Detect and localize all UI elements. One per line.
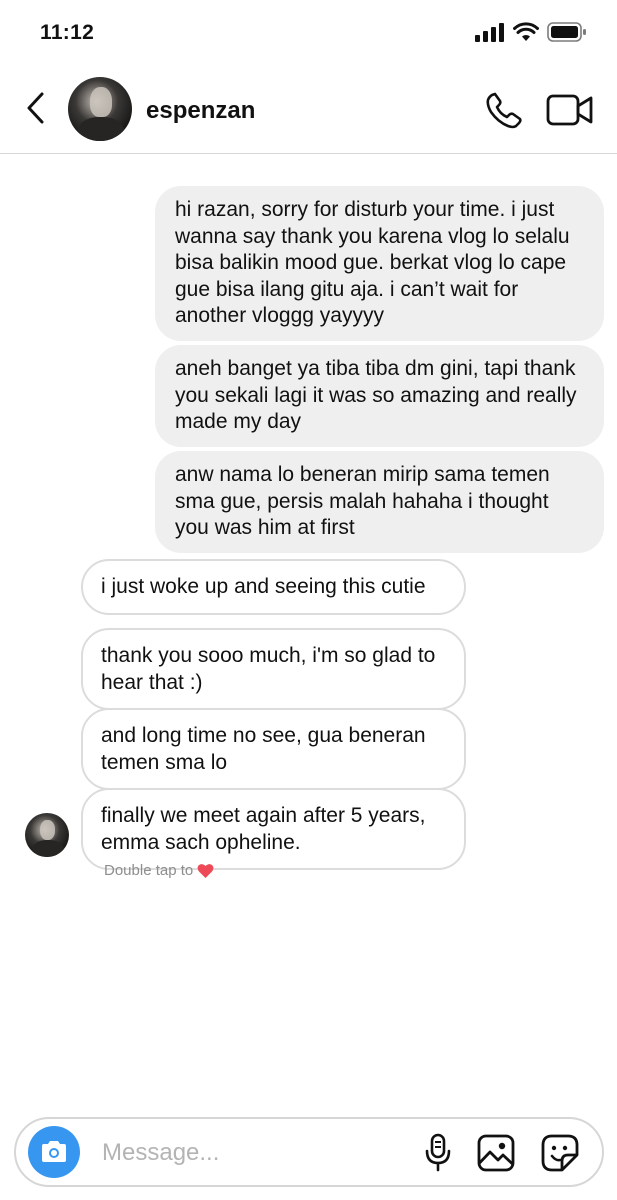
- camera-icon: [42, 1141, 66, 1162]
- sticker-icon: [541, 1134, 579, 1172]
- chat-header: espenzan: [0, 66, 617, 154]
- battery-icon: [547, 22, 586, 42]
- received-message[interactable]: finally we meet again after 5 years, emm…: [81, 788, 466, 870]
- contact-username[interactable]: espenzan: [146, 97, 255, 125]
- sticker-button[interactable]: [540, 1133, 580, 1173]
- video-camera-icon: [546, 94, 593, 126]
- voice-call-button[interactable]: [484, 90, 524, 130]
- status-icons: [475, 22, 587, 42]
- microphone-icon: [425, 1133, 451, 1172]
- double-tap-hint: Double tap to: [104, 862, 214, 879]
- image-icon: [477, 1134, 515, 1172]
- message-input[interactable]: [102, 1135, 402, 1171]
- sent-message[interactable]: aneh banget ya tiba tiba dm gini, tapi t…: [155, 345, 604, 447]
- back-button[interactable]: [20, 90, 52, 126]
- received-message[interactable]: i just woke up and seeing this cutie: [81, 559, 466, 615]
- camera-button[interactable]: [28, 1126, 80, 1178]
- sender-avatar[interactable]: [25, 813, 69, 857]
- chevron-left-icon: [27, 92, 44, 124]
- status-bar: 11:12: [0, 0, 617, 66]
- sent-message[interactable]: anw nama lo beneran mirip sama temen sma…: [155, 451, 604, 553]
- avatar[interactable]: [68, 77, 132, 141]
- heart-icon: [197, 863, 214, 878]
- status-time: 11:12: [40, 21, 95, 44]
- received-message[interactable]: and long time no see, gua beneran temen …: [81, 708, 466, 790]
- phone-icon: [486, 92, 522, 129]
- video-call-button[interactable]: [546, 92, 594, 128]
- sent-message[interactable]: hi razan, sorry for disturb your time. i…: [155, 186, 604, 341]
- received-message[interactable]: thank you sooo much, i'm so glad to hear…: [81, 628, 466, 710]
- wifi-icon: [513, 22, 539, 41]
- double-tap-text: Double tap to: [104, 862, 194, 879]
- voice-message-button[interactable]: [420, 1133, 456, 1173]
- message-composer: [14, 1117, 604, 1187]
- gallery-button[interactable]: [476, 1133, 516, 1173]
- cellular-signal-icon: [475, 23, 504, 42]
